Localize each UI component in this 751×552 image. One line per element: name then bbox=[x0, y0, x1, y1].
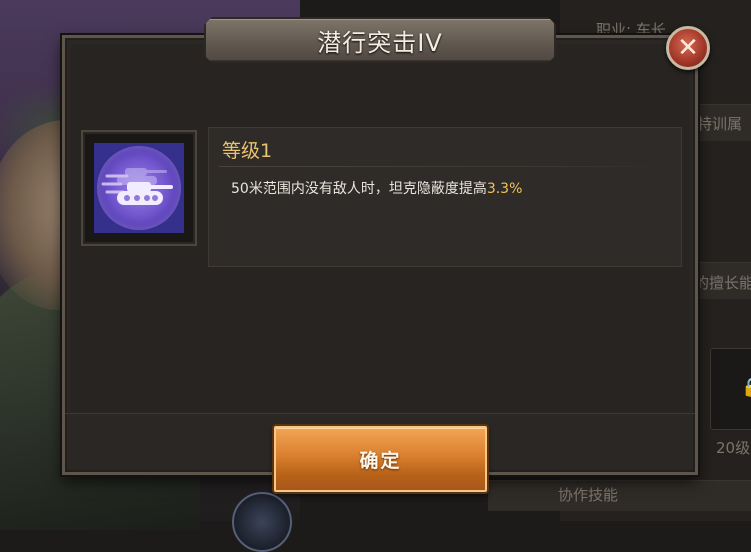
dialog-title: 潜行突击IV bbox=[317, 28, 443, 57]
slot-level-label: 20级 bbox=[716, 439, 751, 457]
dialog-footer-divider bbox=[65, 413, 695, 414]
round-menu-button[interactable] bbox=[232, 492, 292, 552]
skill-info-panel: 等级1 50米范围内没有敌人时，坦克隐蔽度提高3.3% bbox=[208, 127, 682, 267]
skill-description-text: 50米范围内没有敌人时，坦克隐蔽度提高 bbox=[231, 181, 487, 197]
collab-skill-row bbox=[488, 480, 751, 511]
locked-slot[interactable]: 🔒 bbox=[710, 348, 751, 430]
tank-stealth-icon bbox=[97, 146, 181, 230]
confirm-button-label: 确定 bbox=[359, 449, 402, 472]
close-button[interactable]: ✕ bbox=[666, 26, 710, 70]
skill-description: 50米范围内没有敌人时，坦克隐蔽度提高3.3% bbox=[231, 178, 522, 198]
lock-icon: 🔒 bbox=[741, 377, 751, 398]
info-divider bbox=[219, 166, 663, 167]
collab-skill-label: 协作技能 bbox=[558, 486, 619, 504]
confirm-button[interactable]: 确定 bbox=[274, 426, 487, 492]
specialty-label: 的擅长能 bbox=[694, 274, 751, 292]
skill-icon-frame bbox=[81, 130, 197, 246]
dialog-title-plate: 潜行突击IV bbox=[204, 17, 556, 63]
close-icon: ✕ bbox=[677, 33, 699, 63]
skill-description-value: 3.3% bbox=[486, 181, 523, 197]
skill-level: 等级1 bbox=[222, 140, 273, 162]
skill-icon-background bbox=[94, 143, 184, 233]
attribute-label: 特训属 bbox=[697, 115, 743, 133]
